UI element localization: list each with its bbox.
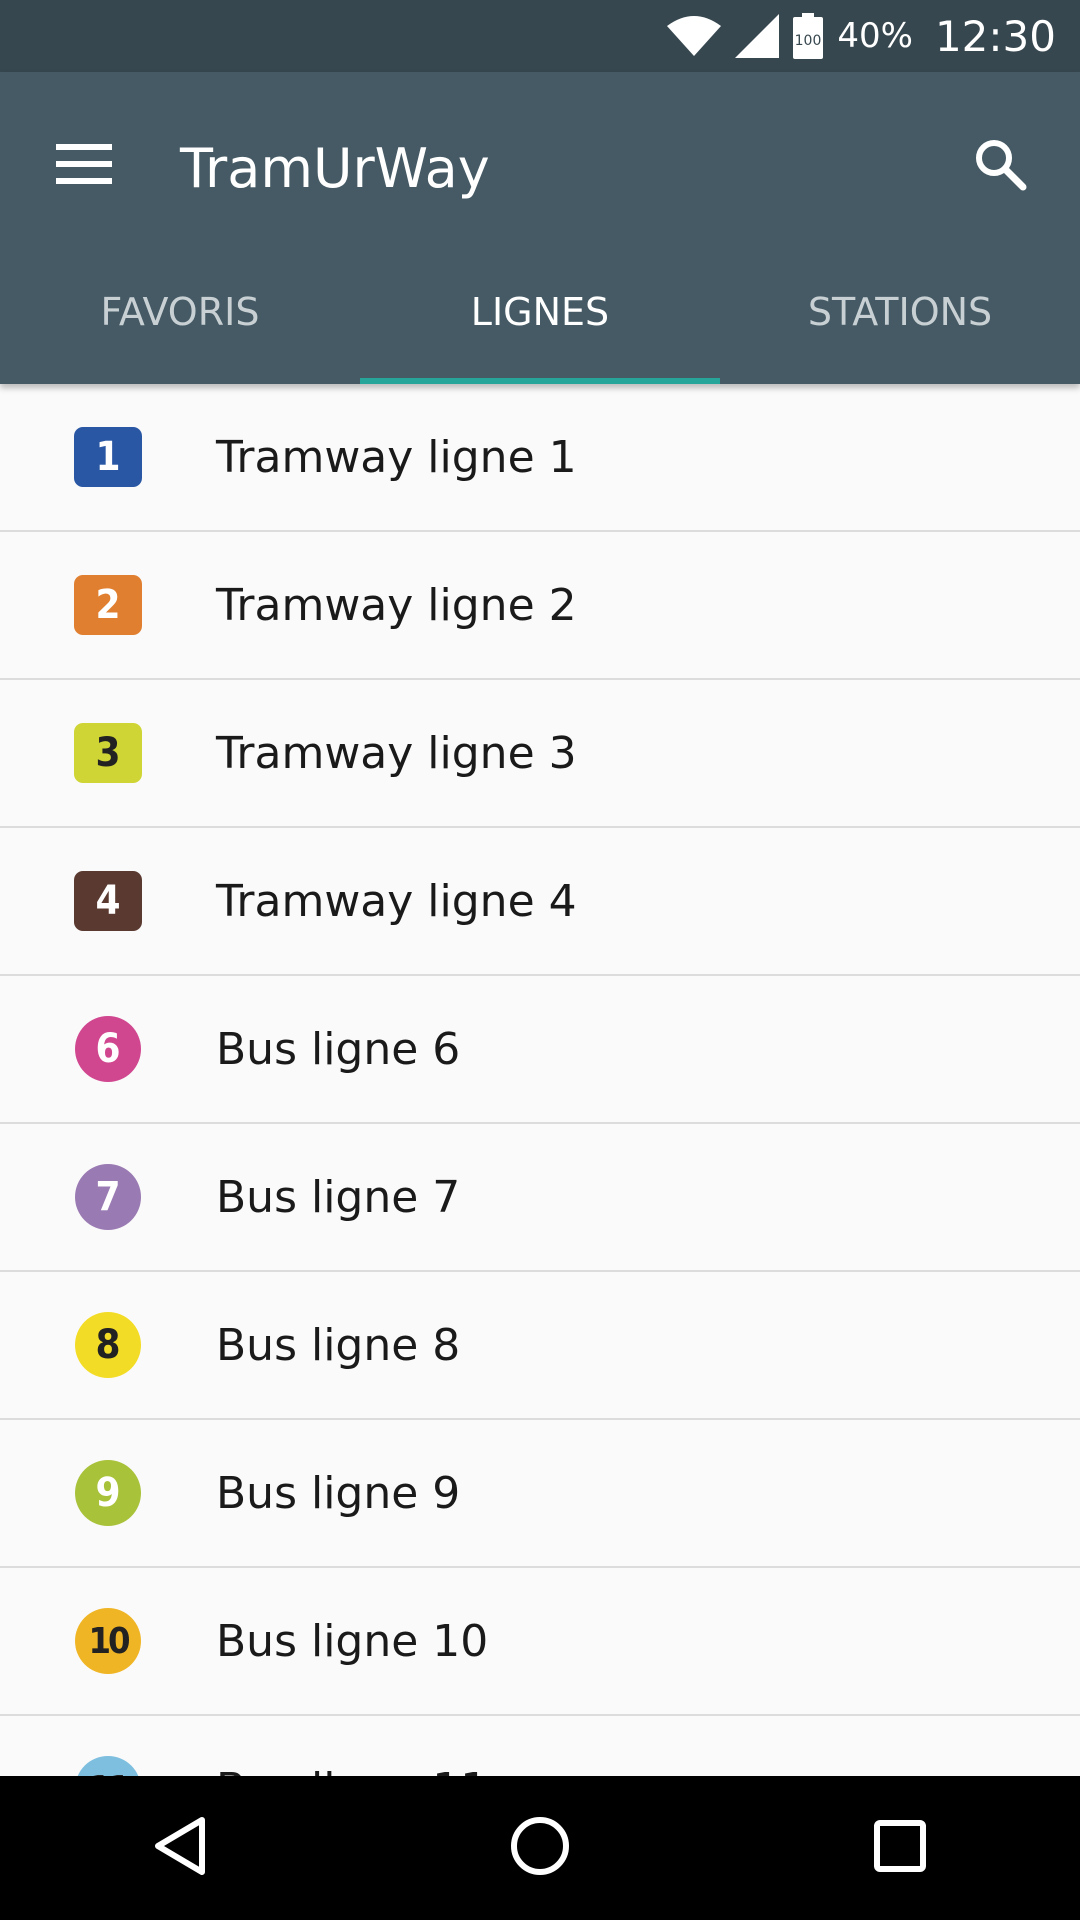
back-button[interactable] xyxy=(120,1788,240,1908)
cell-signal-icon xyxy=(735,14,780,58)
tab-lignes[interactable]: LIGNES xyxy=(360,240,720,384)
tab-favoris[interactable]: FAVORIS xyxy=(0,240,360,384)
home-circle-icon xyxy=(510,1816,570,1880)
list-item-label: Bus ligne 6 xyxy=(216,1023,461,1075)
list-item[interactable]: 9 Bus ligne 9 xyxy=(0,1420,1080,1568)
line-1-badge-icon: 1 xyxy=(74,427,142,487)
list-item[interactable]: 8 Bus ligne 8 xyxy=(0,1272,1080,1420)
line-9-badge-icon: 9 xyxy=(75,1460,141,1526)
list-item-label: Bus ligne 10 xyxy=(216,1615,489,1667)
svg-text:100: 100 xyxy=(795,33,822,49)
list-item-label: Bus ligne 11 xyxy=(216,1764,488,1777)
lines-list[interactable]: 1 Tramway ligne 1 2 Tramway ligne 2 3 Tr… xyxy=(0,384,1080,1776)
list-item-label: Bus ligne 7 xyxy=(216,1171,461,1223)
line-4-badge-icon: 4 xyxy=(74,871,142,931)
battery-percent: 40% xyxy=(837,16,913,56)
list-item-label: Bus ligne 9 xyxy=(216,1467,461,1519)
list-item-label: Tramway ligne 1 xyxy=(216,431,577,483)
line-7-badge-icon: 7 xyxy=(75,1164,141,1230)
list-item[interactable]: 11 Bus ligne 11 xyxy=(0,1716,1080,1776)
line-6-badge-icon: 6 xyxy=(75,1016,141,1082)
active-tab-indicator xyxy=(360,378,720,384)
search-icon xyxy=(973,137,1027,195)
app-title: TramUrWay xyxy=(180,137,490,200)
search-button[interactable] xyxy=(956,122,1044,210)
line-11-badge-icon: 11 xyxy=(75,1756,141,1776)
list-item[interactable]: 6 Bus ligne 6 xyxy=(0,976,1080,1124)
list-item[interactable]: 4 Tramway ligne 4 xyxy=(0,828,1080,976)
status-icons: 100 40% 12:30 xyxy=(667,0,1056,72)
list-item[interactable]: 1 Tramway ligne 1 xyxy=(0,384,1080,532)
list-item[interactable]: 3 Tramway ligne 3 xyxy=(0,680,1080,828)
tab-stations[interactable]: STATIONS xyxy=(720,240,1080,384)
menu-button[interactable] xyxy=(40,122,128,210)
line-10-badge-icon: 10 xyxy=(75,1608,141,1674)
tab-label: FAVORIS xyxy=(100,290,260,334)
recents-button[interactable] xyxy=(840,1788,960,1908)
system-nav-bar xyxy=(0,1776,1080,1920)
list-item-label: Tramway ligne 2 xyxy=(216,579,577,631)
list-item-label: Tramway ligne 4 xyxy=(216,875,577,927)
tab-label: LIGNES xyxy=(470,290,610,334)
app-bar: TramUrWay FAVORIS LIGNES STATIONS xyxy=(0,72,1080,384)
hamburger-menu-icon xyxy=(56,144,112,188)
back-triangle-icon xyxy=(152,1816,208,1880)
status-bar: 100 40% 12:30 xyxy=(0,0,1080,72)
list-item[interactable]: 7 Bus ligne 7 xyxy=(0,1124,1080,1272)
list-item-label: Bus ligne 8 xyxy=(216,1319,461,1371)
recents-square-icon xyxy=(872,1818,928,1878)
battery-icon: 100 xyxy=(793,13,824,59)
wifi-icon xyxy=(667,16,722,56)
list-item[interactable]: 2 Tramway ligne 2 xyxy=(0,532,1080,680)
line-8-badge-icon: 8 xyxy=(75,1312,141,1378)
line-3-badge-icon: 3 xyxy=(74,723,142,783)
list-item-label: Tramway ligne 3 xyxy=(216,727,577,779)
list-item[interactable]: 10 Bus ligne 10 xyxy=(0,1568,1080,1716)
line-2-badge-icon: 2 xyxy=(74,575,142,635)
home-button[interactable] xyxy=(480,1788,600,1908)
tab-label: STATIONS xyxy=(807,290,993,334)
tab-bar: FAVORIS LIGNES STATIONS xyxy=(0,240,1080,384)
status-clock: 12:30 xyxy=(934,11,1056,61)
